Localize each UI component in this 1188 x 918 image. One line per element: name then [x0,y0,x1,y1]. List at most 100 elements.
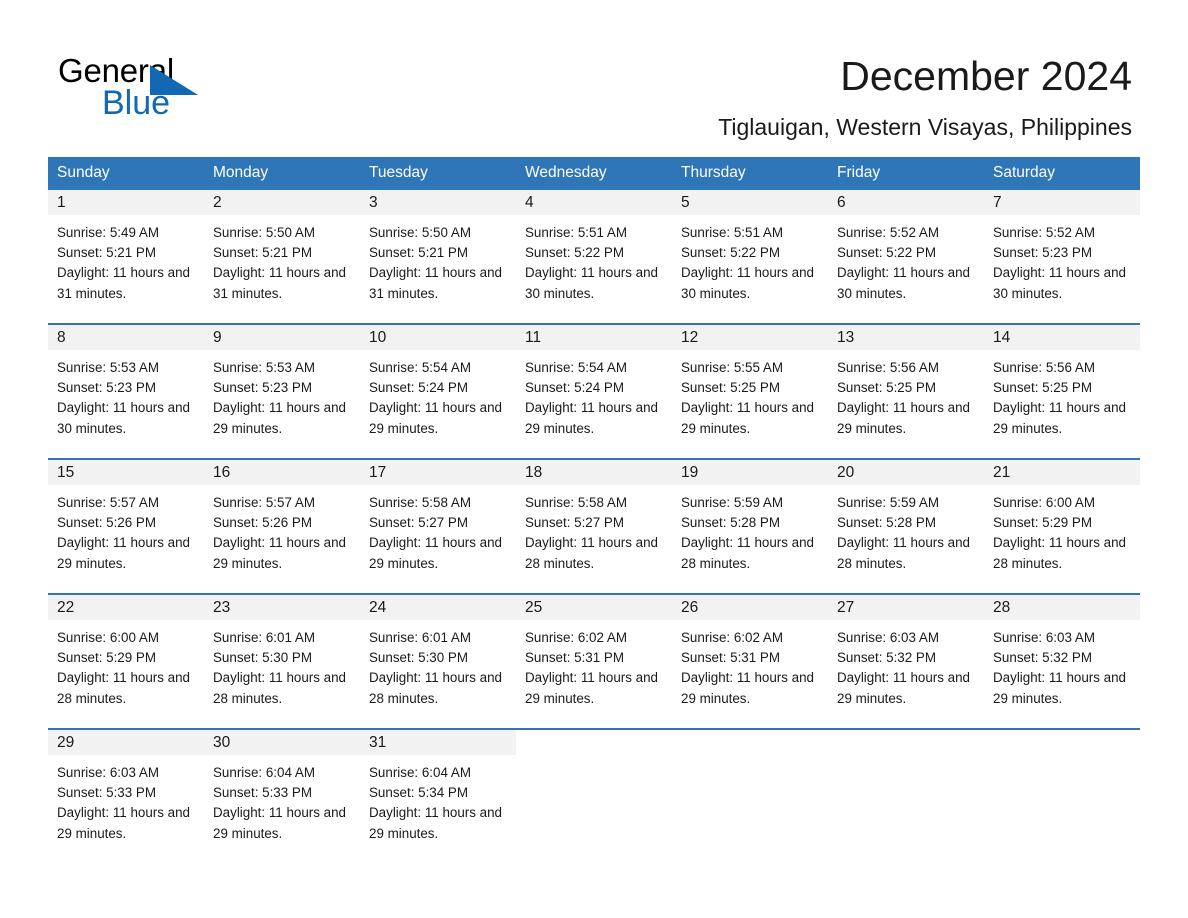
day-details: Sunrise: 5:56 AM Sunset: 5:25 PM Daylight:… [828,350,984,439]
sunrise-line: Sunrise: 6:03 AM [837,630,939,645]
day-details: Sunrise: 5:59 AM Sunset: 5:28 PM Daylight:… [672,485,828,574]
calendar-day-cell[interactable]: 19 Sunrise: 5:59 AM Sunset: 5:28 PM Dayligh… [672,458,828,594]
day-number: 22 [48,595,204,620]
sunset-line: Sunset: 5:32 PM [837,650,936,666]
sunrise-line: Sunrise: 6:04 AM [213,765,315,780]
sunset-line: Sunset: 5:21 PM [369,245,468,261]
calendar-day-cell[interactable]: 28 Sunrise: 6:03 AM Sunset: 5:32 PM Dayligh… [984,593,1140,729]
day-content: 17 Sunrise: 5:58 AM Sunset: 5:27 PM Dayligh… [360,460,516,593]
calendar-day-cell[interactable]: 18 Sunrise: 5:58 AM Sunset: 5:27 PM Dayligh… [516,458,672,594]
day-number: 10 [360,325,516,350]
calendar-day-cell[interactable]: 24 Sunrise: 6:01 AM Sunset: 5:30 PM Dayligh… [360,593,516,729]
day-content: 9 Sunrise: 5:53 AM Sunset: 5:23 PM Daylight… [204,325,360,458]
day-number: 28 [984,595,1140,620]
calendar-day-cell[interactable]: 27 Sunrise: 6:03 AM Sunset: 5:32 PM Dayligh… [828,593,984,729]
weekday-header-monday: Monday [204,157,360,190]
calendar-day-cell[interactable]: 7 Sunrise: 5:52 AM Sunset: 5:23 PM Daylight… [984,190,1140,324]
calendar-day-cell[interactable]: 30 Sunrise: 6:04 AM Sunset: 5:33 PM Dayligh… [204,728,360,863]
sunset-line: Sunset: 5:29 PM [993,515,1092,531]
day-content-empty [516,730,672,863]
day-number: 21 [984,460,1140,485]
day-details: Sunrise: 5:52 AM Sunset: 5:22 PM Daylight:… [828,215,984,304]
day-number: 13 [828,325,984,350]
day-content: 20 Sunrise: 5:59 AM Sunset: 5:28 PM Dayligh… [828,460,984,593]
daylight-line: Daylight: 11 hours and 29 minutes. [213,805,346,841]
calendar-day-cell-empty [828,728,984,863]
calendar-day-cell[interactable]: 1 Sunrise: 5:49 AM Sunset: 5:21 PM Daylight… [48,190,204,324]
calendar-day-cell[interactable]: 15 Sunrise: 5:57 AM Sunset: 5:26 PM Dayligh… [48,458,204,594]
general-blue-logo[interactable]: General Blue [58,52,258,122]
calendar-day-cell[interactable]: 25 Sunrise: 6:02 AM Sunset: 5:31 PM Dayligh… [516,593,672,729]
calendar-day-cell[interactable]: 31 Sunrise: 6:04 AM Sunset: 5:34 PM Dayligh… [360,728,516,863]
sunrise-line: Sunrise: 6:04 AM [369,765,471,780]
calendar-day-cell[interactable]: 11 Sunrise: 5:54 AM Sunset: 5:24 PM Dayligh… [516,323,672,459]
daylight-line: Daylight: 11 hours and 28 minutes. [57,670,190,706]
calendar-day-cell[interactable]: 12 Sunrise: 5:55 AM Sunset: 5:25 PM Dayligh… [672,323,828,459]
day-details: Sunrise: 5:58 AM Sunset: 5:27 PM Daylight:… [360,485,516,574]
calendar-day-cell-empty [672,728,828,863]
daylight-line: Daylight: 11 hours and 29 minutes. [837,670,970,706]
day-details: Sunrise: 5:51 AM Sunset: 5:22 PM Daylight:… [516,215,672,304]
calendar-day-cell[interactable]: 10 Sunrise: 5:54 AM Sunset: 5:24 PM Dayligh… [360,323,516,459]
sunset-line: Sunset: 5:26 PM [57,515,156,531]
day-number: 12 [672,325,828,350]
calendar-day-cell[interactable]: 8 Sunrise: 5:53 AM Sunset: 5:23 PM Daylight… [48,323,204,459]
sunrise-line: Sunrise: 5:52 AM [837,225,939,240]
sunrise-line: Sunrise: 6:02 AM [525,630,627,645]
calendar-day-cell[interactable]: 16 Sunrise: 5:57 AM Sunset: 5:26 PM Dayligh… [204,458,360,594]
day-number: 1 [48,190,204,215]
calendar-week-row: 22 Sunrise: 6:00 AM Sunset: 5:29 PM Dayligh… [48,593,1140,729]
calendar-day-cell[interactable]: 29 Sunrise: 6:03 AM Sunset: 5:33 PM Dayligh… [48,728,204,863]
day-content: 2 Sunrise: 5:50 AM Sunset: 5:21 PM Daylight… [204,190,360,323]
calendar-day-cell[interactable]: 20 Sunrise: 5:59 AM Sunset: 5:28 PM Dayligh… [828,458,984,594]
day-details: Sunrise: 5:57 AM Sunset: 5:26 PM Daylight:… [48,485,204,574]
day-content: 3 Sunrise: 5:50 AM Sunset: 5:21 PM Daylight… [360,190,516,323]
day-number: 25 [516,595,672,620]
calendar-day-cell[interactable]: 9 Sunrise: 5:53 AM Sunset: 5:23 PM Daylight… [204,323,360,459]
sunrise-line: Sunrise: 5:54 AM [525,360,627,375]
sunset-line: Sunset: 5:25 PM [837,380,936,396]
day-details: Sunrise: 5:53 AM Sunset: 5:23 PM Daylight:… [204,350,360,439]
sunrise-line: Sunrise: 5:50 AM [369,225,471,240]
calendar-table: Sunday Monday Tuesday Wednesday Thursday… [48,157,1140,863]
calendar-body: 1 Sunrise: 5:49 AM Sunset: 5:21 PM Daylight… [48,190,1140,863]
weekday-header-thursday: Thursday [672,157,828,190]
calendar-day-cell[interactable]: 26 Sunrise: 6:02 AM Sunset: 5:31 PM Dayligh… [672,593,828,729]
day-details: Sunrise: 6:00 AM Sunset: 5:29 PM Daylight:… [984,485,1140,574]
weekday-header-sunday: Sunday [48,157,204,190]
sunrise-line: Sunrise: 5:57 AM [57,495,159,510]
sunset-line: Sunset: 5:33 PM [57,785,156,801]
sunset-line: Sunset: 5:33 PM [213,785,312,801]
sunset-line: Sunset: 5:30 PM [369,650,468,666]
sunset-line: Sunset: 5:28 PM [681,515,780,531]
calendar-day-cell[interactable]: 2 Sunrise: 5:50 AM Sunset: 5:21 PM Daylight… [204,190,360,324]
day-content: 30 Sunrise: 6:04 AM Sunset: 5:33 PM Dayligh… [204,730,360,863]
calendar-day-cell[interactable]: 4 Sunrise: 5:51 AM Sunset: 5:22 PM Daylight… [516,190,672,324]
sunrise-line: Sunrise: 5:53 AM [213,360,315,375]
sunrise-line: Sunrise: 6:01 AM [213,630,315,645]
sunset-line: Sunset: 5:27 PM [369,515,468,531]
sunrise-line: Sunrise: 5:49 AM [57,225,159,240]
calendar-day-cell[interactable]: 14 Sunrise: 5:56 AM Sunset: 5:25 PM Dayligh… [984,323,1140,459]
calendar-day-cell[interactable]: 13 Sunrise: 5:56 AM Sunset: 5:25 PM Dayligh… [828,323,984,459]
sunset-line: Sunset: 5:25 PM [681,380,780,396]
day-details: Sunrise: 5:49 AM Sunset: 5:21 PM Daylight:… [48,215,204,304]
calendar-day-cell[interactable]: 3 Sunrise: 5:50 AM Sunset: 5:21 PM Daylight… [360,190,516,324]
day-content: 27 Sunrise: 6:03 AM Sunset: 5:32 PM Dayligh… [828,595,984,728]
day-content: 21 Sunrise: 6:00 AM Sunset: 5:29 PM Dayligh… [984,460,1140,593]
sunrise-line: Sunrise: 5:56 AM [993,360,1095,375]
calendar-day-cell[interactable]: 21 Sunrise: 6:00 AM Sunset: 5:29 PM Dayligh… [984,458,1140,594]
daylight-line: Daylight: 11 hours and 30 minutes. [837,265,970,301]
day-details: Sunrise: 5:59 AM Sunset: 5:28 PM Daylight:… [828,485,984,574]
day-number: 18 [516,460,672,485]
calendar-day-cell[interactable]: 17 Sunrise: 5:58 AM Sunset: 5:27 PM Dayligh… [360,458,516,594]
sunrise-line: Sunrise: 5:52 AM [993,225,1095,240]
calendar-day-cell[interactable]: 5 Sunrise: 5:51 AM Sunset: 5:22 PM Daylight… [672,190,828,324]
calendar-day-cell[interactable]: 23 Sunrise: 6:01 AM Sunset: 5:30 PM Dayligh… [204,593,360,729]
calendar-day-cell[interactable]: 6 Sunrise: 5:52 AM Sunset: 5:22 PM Daylight… [828,190,984,324]
day-content: 26 Sunrise: 6:02 AM Sunset: 5:31 PM Dayligh… [672,595,828,728]
day-number: 14 [984,325,1140,350]
calendar-day-cell[interactable]: 22 Sunrise: 6:00 AM Sunset: 5:29 PM Dayligh… [48,593,204,729]
calendar-page: General Blue December 2024 Tiglauigan, W… [0,0,1188,918]
sunrise-line: Sunrise: 6:03 AM [993,630,1095,645]
